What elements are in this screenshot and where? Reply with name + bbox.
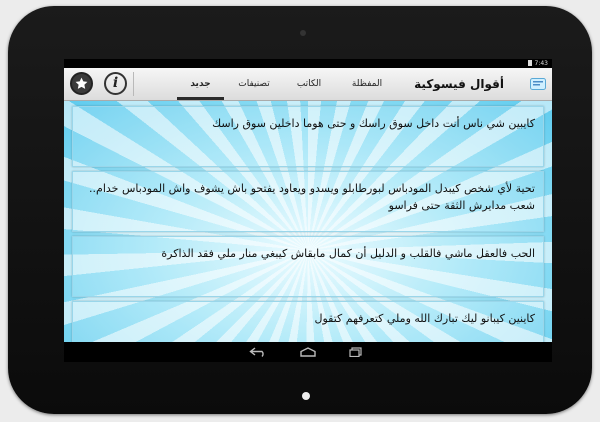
info-button[interactable]: i <box>102 70 129 97</box>
quotes-list[interactable]: كايبين شي ناس أنت داخل سوق راسك و حتى هو… <box>64 101 552 342</box>
front-camera <box>300 30 306 36</box>
quote-text: كاينين كيبانو ليك تبارك الله وملي كتعرفه… <box>314 312 536 325</box>
quote-card[interactable]: الحب فالعقل ماشي فالقلب و الدليل أن كمال… <box>72 236 544 297</box>
status-time: 7:43 <box>534 60 548 67</box>
star-icon <box>70 72 93 95</box>
tab-favorites-label: المفظلة <box>351 79 383 89</box>
back-arrow-icon <box>249 347 264 357</box>
home-icon <box>300 347 316 357</box>
quote-card[interactable]: كايبين شي ناس أنت داخل سوق راسك و حتى هو… <box>72 106 544 167</box>
app-logo-icon <box>530 78 546 90</box>
tablet-device: 7:43 i المفظلة الكاتب تصنيفات جديد أقوال… <box>8 6 592 414</box>
nav-home-button[interactable] <box>298 345 318 359</box>
nav-back-button[interactable] <box>248 345 268 359</box>
action-bar: i المفظلة الكاتب تصنيفات جديد أقوال فيسو… <box>64 68 552 101</box>
recent-apps-icon <box>349 347 362 357</box>
battery-icon <box>527 60 532 66</box>
tab-categories[interactable]: تصنيفات <box>225 68 283 100</box>
favorites-button[interactable] <box>68 70 95 97</box>
quote-card[interactable]: كاينين كيبانو ليك تبارك الله وملي كتعرفه… <box>72 301 544 342</box>
action-bar-divider <box>133 72 134 96</box>
status-right: 7:43 <box>527 59 548 68</box>
tab-new-label: جديد <box>190 79 211 89</box>
navigation-bar <box>64 342 552 362</box>
status-bar: 7:43 <box>64 59 552 75</box>
tab-new[interactable]: جديد <box>177 68 224 100</box>
tab-categories-label: تصنيفات <box>238 79 270 89</box>
app-title: أقوال فيسوكية <box>414 77 504 91</box>
quote-text: تحية لأي شخص كيبدل المودباس لبورطابلو وي… <box>89 182 535 212</box>
nav-recent-button[interactable] <box>346 345 366 359</box>
tab-author[interactable]: الكاتب <box>284 68 334 100</box>
tab-author-label: الكاتب <box>296 79 322 89</box>
quote-card[interactable]: تحية لأي شخص كيبدل المودباس لبورطابلو وي… <box>72 171 544 232</box>
info-icon: i <box>104 72 127 95</box>
notification-icons <box>68 60 84 75</box>
quote-text: الحب فالعقل ماشي فالقلب و الدليل أن كمال… <box>161 247 535 260</box>
quote-text: كايبين شي ناس أنت داخل سوق راسك و حتى هو… <box>212 117 535 130</box>
device-home-indicator <box>302 392 310 400</box>
tab-favorites[interactable]: المفظلة <box>334 68 400 100</box>
screen: 7:43 i المفظلة الكاتب تصنيفات جديد أقوال… <box>64 59 552 362</box>
